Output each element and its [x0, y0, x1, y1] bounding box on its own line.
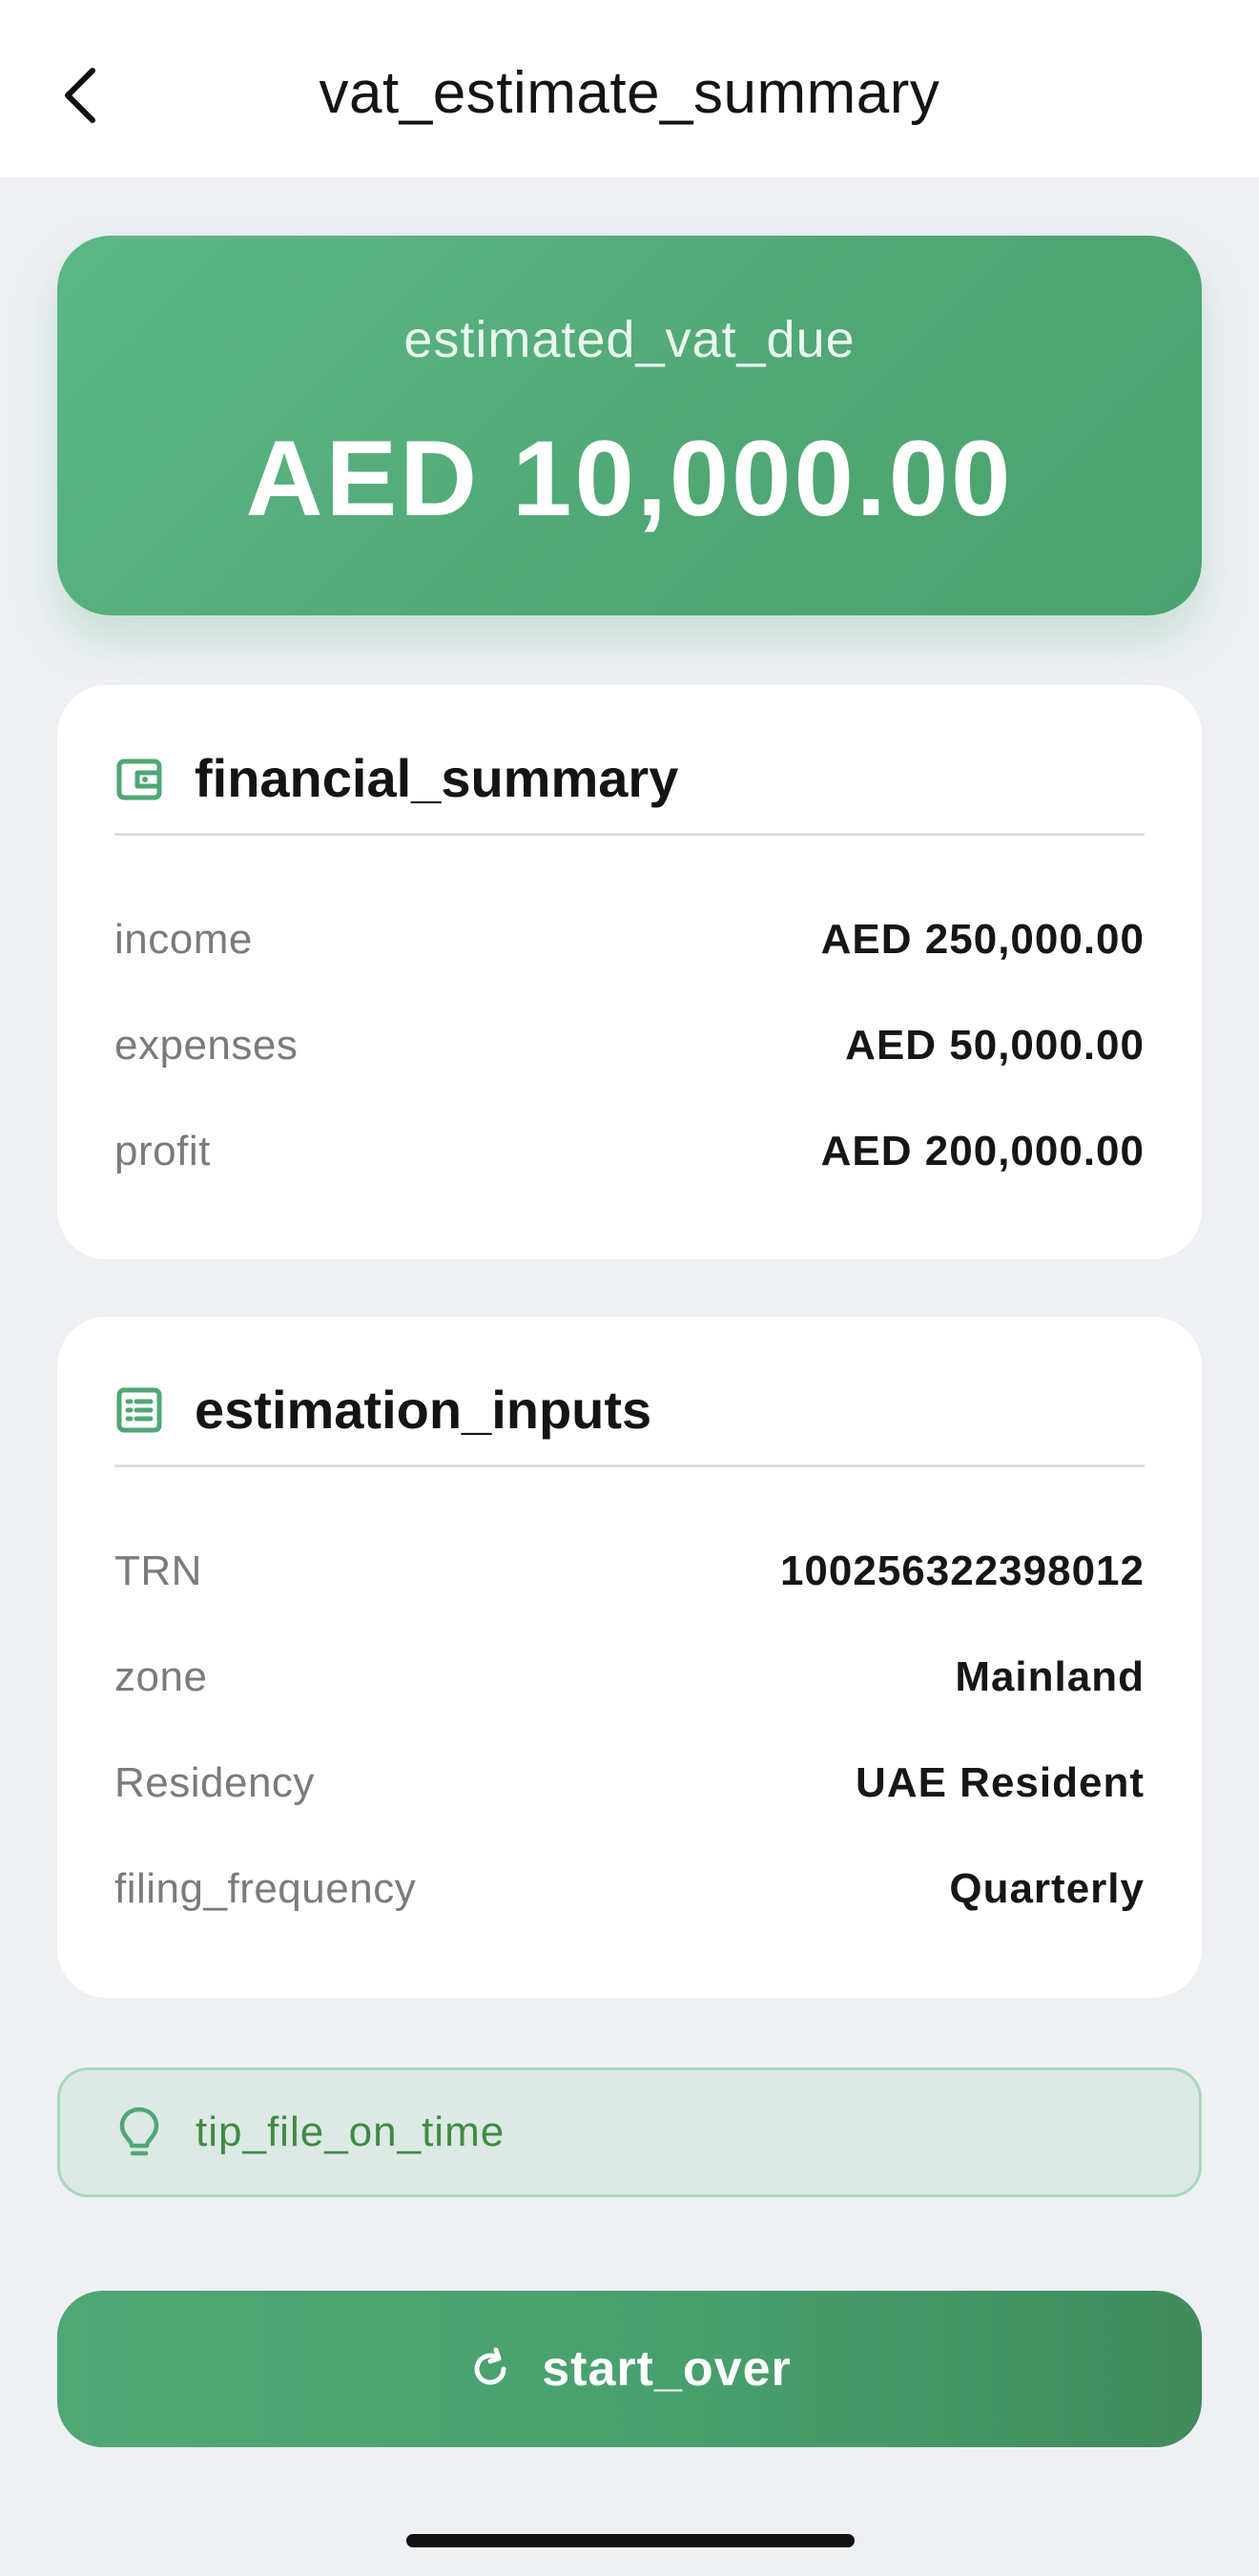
zone-row: zone Mainland — [114, 1644, 1145, 1711]
tip-banner: tip_file_on_time — [57, 2067, 1202, 2197]
financial-summary-title: financial_summary — [195, 748, 679, 808]
estimated-vat-card: estimated_vat_due AED 10,000.00 — [57, 236, 1202, 615]
estimated-vat-label: estimated_vat_due — [403, 311, 856, 368]
trn-value: 100256322398012 — [779, 1548, 1145, 1594]
expenses-label: expenses — [114, 1022, 299, 1069]
top-app-bar: vat_estimate_summary — [0, 0, 1259, 177]
income-row: income AED 250,000.00 — [114, 906, 1145, 973]
financial-summary-card: financial_summary income AED 250,000.00 … — [57, 685, 1202, 1259]
trn-label: TRN — [114, 1548, 202, 1594]
expenses-value: AED 50,000.00 — [845, 1022, 1145, 1069]
expenses-row: expenses AED 50,000.00 — [114, 1012, 1145, 1079]
start-over-button[interactable]: start_over — [57, 2291, 1202, 2447]
page-title: vat_estimate_summary — [319, 60, 940, 126]
estimation-inputs-header: estimation_inputs — [114, 1378, 1145, 1467]
income-value: AED 250,000.00 — [820, 916, 1145, 963]
estimation-inputs-title: estimation_inputs — [195, 1380, 652, 1440]
refresh-icon — [474, 2347, 506, 2385]
zone-value: Mainland — [955, 1653, 1145, 1700]
estimation-inputs-card: estimation_inputs TRN 100256322398012 zo… — [57, 1317, 1202, 1998]
income-label: income — [114, 916, 253, 963]
tip-text: tip_file_on_time — [196, 2109, 506, 2155]
home-indicator[interactable] — [406, 2534, 855, 2547]
list-icon — [116, 1387, 162, 1433]
profit-label: profit — [114, 1128, 211, 1174]
estimated-vat-amount: AED 10,000.00 — [245, 419, 1014, 538]
profit-value: AED 200,000.00 — [820, 1128, 1145, 1174]
residency-label: Residency — [114, 1759, 315, 1806]
financial-summary-header: financial_summary — [114, 746, 1145, 836]
zone-label: zone — [114, 1653, 208, 1700]
filing-frequency-row: filing_frequency Quarterly — [114, 1856, 1145, 1922]
filing-frequency-label: filing_frequency — [114, 1865, 417, 1912]
filing-frequency-value: Quarterly — [949, 1865, 1145, 1912]
wallet-icon — [116, 758, 162, 800]
lightbulb-icon — [119, 2107, 159, 2156]
profit-row: profit AED 200,000.00 — [114, 1118, 1145, 1185]
start-over-label: start_over — [542, 2341, 792, 2397]
trn-row: TRN 100256322398012 — [114, 1538, 1145, 1605]
residency-value: UAE Resident — [856, 1759, 1145, 1806]
residency-row: Residency UAE Resident — [114, 1750, 1145, 1817]
